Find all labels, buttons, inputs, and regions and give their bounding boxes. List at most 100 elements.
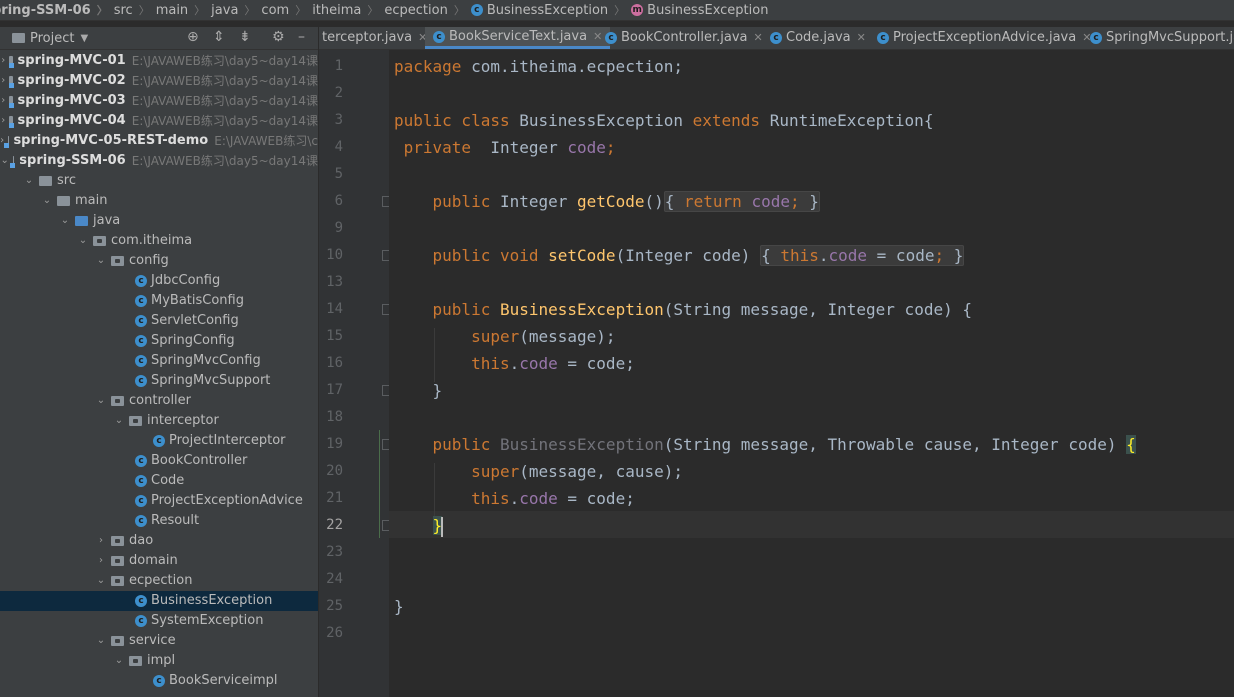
package-icon xyxy=(111,636,124,646)
hide-panel-icon[interactable]: – xyxy=(298,29,305,45)
breadcrumb-item-itheima[interactable]: itheima 〉 xyxy=(312,2,384,18)
breadcrumb-item-main[interactable]: main 〉 xyxy=(156,2,211,18)
chevron-down-icon[interactable]: ⌄ xyxy=(113,411,125,431)
tree-item-resoult[interactable]: c Resoult xyxy=(0,511,318,531)
code-line-19: public BusinessException(String message,… xyxy=(432,435,1136,454)
close-icon[interactable]: ✕ xyxy=(753,27,762,49)
tree-item-spring-mvc-04[interactable]: › spring-MVC-04 E:\JAVAWEB练习\day5~day14课 xyxy=(0,111,318,131)
chevron-down-icon[interactable]: ⌄ xyxy=(95,571,107,591)
close-icon[interactable]: ✕ xyxy=(593,27,602,48)
module-folder-icon xyxy=(8,96,14,108)
package-icon xyxy=(111,536,124,546)
project-panel-header: Project ▼ ⊕ ⇕ ⇟ ⚙ – xyxy=(0,27,318,50)
line-number: 20 xyxy=(326,463,343,479)
line-number: 1 xyxy=(334,58,343,74)
folder-icon xyxy=(39,176,52,186)
chevron-down-icon[interactable]: ⌄ xyxy=(95,631,107,651)
tree-item-main[interactable]: ⌄ main xyxy=(0,191,318,211)
tab-bookcontroller[interactable]: c BookController.java ✕ xyxy=(605,27,763,49)
class-icon: c xyxy=(135,335,147,347)
code-editor[interactable]: package com.itheima.ecpection; public cl… xyxy=(379,50,1234,697)
breadcrumb-item-module[interactable]: pring-SSM-06 〉 xyxy=(0,2,114,18)
class-icon: c xyxy=(135,455,147,467)
tree-item-config[interactable]: ⌄ config xyxy=(0,251,318,271)
tree-item-bookserviceimpl[interactable]: c BookServiceimpl xyxy=(0,671,318,691)
collapse-all-icon[interactable]: ⇟ xyxy=(239,29,251,45)
chevron-right-icon[interactable]: › xyxy=(1,111,5,131)
tree-item-interceptor[interactable]: ⌄ interceptor xyxy=(0,411,318,431)
chevron-right-icon[interactable]: › xyxy=(95,531,107,551)
tree-item-businessexception[interactable]: c BusinessException xyxy=(0,591,318,611)
breadcrumb-item-ecpection[interactable]: ecpection 〉 xyxy=(384,2,470,18)
module-folder-icon xyxy=(8,56,14,68)
tree-item-impl[interactable]: ⌄ impl xyxy=(0,651,318,671)
breadcrumb-item-com[interactable]: com 〉 xyxy=(261,2,312,18)
tree-item-spring-mvc-03[interactable]: › spring-MVC-03 E:\JAVAWEB练习\day5~day14课 xyxy=(0,91,318,111)
tree-item-ecpection[interactable]: ⌄ ecpection xyxy=(0,571,318,591)
chevron-down-icon[interactable]: ⌄ xyxy=(95,391,107,411)
tree-item-src[interactable]: ⌄ src xyxy=(0,171,318,191)
tree-item-controller[interactable]: ⌄ controller xyxy=(0,391,318,411)
chevron-right-icon[interactable]: › xyxy=(1,71,5,91)
tree-item-spring-mvc-01[interactable]: › spring-MVC-01 E:\JAVAWEB练习\day5~day14课 xyxy=(0,51,318,71)
tree-item-spring-mvc-02[interactable]: › spring-MVC-02 E:\JAVAWEB练习\day5~day14课 xyxy=(0,71,318,91)
chevron-right-icon[interactable]: › xyxy=(95,551,107,571)
breadcrumb-item-java[interactable]: java 〉 xyxy=(211,2,261,18)
gear-icon[interactable]: ⚙ xyxy=(272,29,285,45)
project-tree: › spring-MVC-01 E:\JAVAWEB练习\day5~day14课 ›… xyxy=(0,50,318,697)
project-view-selector[interactable]: Project ▼ xyxy=(8,31,88,46)
class-icon: c xyxy=(770,32,782,44)
tree-item-systemexception[interactable]: c SystemException xyxy=(0,611,318,631)
tree-item-spring-ssm-06[interactable]: ⌄ spring-SSM-06 E:\JAVAWEB练习\day5~day14课 xyxy=(0,151,318,171)
tree-item-domain[interactable]: › domain xyxy=(0,551,318,571)
tree-item-java[interactable]: ⌄ java xyxy=(0,211,318,231)
chevron-down-icon[interactable]: ⌄ xyxy=(113,651,125,671)
tree-item-springmvcsupport[interactable]: c SpringMvcSupport xyxy=(0,371,318,391)
tree-item-springconfig[interactable]: c SpringConfig xyxy=(0,331,318,351)
line-number: 14 xyxy=(326,301,343,317)
chevron-right-icon[interactable]: › xyxy=(0,131,4,151)
chevron-right-icon[interactable]: › xyxy=(1,91,5,111)
test-class-icon: c xyxy=(433,30,445,43)
package-icon xyxy=(93,236,106,246)
tree-item-dao[interactable]: › dao xyxy=(0,531,318,551)
chevron-down-icon[interactable]: ⌄ xyxy=(77,231,89,251)
tab-springmvcsupport[interactable]: cSpringMvcSupport.java xyxy=(1090,27,1234,49)
class-icon: c xyxy=(153,435,165,447)
change-marker xyxy=(379,430,380,538)
tree-item-mybatisconfig[interactable]: c MyBatisConfig xyxy=(0,291,318,311)
tree-item-servletconfig[interactable]: c ServletConfig xyxy=(0,311,318,331)
chevron-right-icon[interactable]: › xyxy=(1,51,5,71)
chevron-down-icon[interactable]: ⌄ xyxy=(59,211,71,231)
line-number-gutter[interactable]: 1 2 3 4 5 6 9 10 13 14 15 16 17 18 19 20… xyxy=(319,50,393,697)
breadcrumb-item-src[interactable]: src 〉 xyxy=(114,2,156,18)
chevron-down-icon[interactable]: ⌄ xyxy=(1,151,9,171)
class-icon: c xyxy=(470,4,483,16)
breadcrumb: pring-SSM-06 〉 src 〉 main 〉 java 〉 com 〉 ithe… xyxy=(0,0,1234,21)
tab-bookservicetext[interactable]: c BookServiceText.java ✕ xyxy=(425,27,611,49)
tree-item-projectinterceptor[interactable]: c ProjectInterceptor xyxy=(0,431,318,451)
tab-projectexceptionadvice[interactable]: c ProjectExceptionAdvice.java ✕ xyxy=(877,27,1091,49)
tab-code[interactable]: c Code.java ✕ xyxy=(770,27,866,49)
package-icon xyxy=(129,416,142,426)
tree-item-springmvcconfig[interactable]: c SpringMvcConfig xyxy=(0,351,318,371)
tree-item-service[interactable]: ⌄ service xyxy=(0,631,318,651)
code-line-15: super(message); xyxy=(471,327,616,346)
chevron-down-icon[interactable]: ⌄ xyxy=(95,251,107,271)
breadcrumb-item-method[interactable]: m BusinessException xyxy=(631,3,768,18)
breadcrumb-item-class[interactable]: c BusinessException 〉 xyxy=(470,2,631,18)
tree-item-com-itheima[interactable]: ⌄ com.itheima xyxy=(0,231,318,251)
package-icon xyxy=(111,576,124,586)
chevron-down-icon[interactable]: ⌄ xyxy=(23,171,35,191)
expand-all-icon[interactable]: ⇕ xyxy=(213,29,225,45)
line-number: 4 xyxy=(334,139,343,155)
close-icon[interactable]: ✕ xyxy=(857,27,866,49)
tree-item-bookcontroller[interactable]: c BookController xyxy=(0,451,318,471)
locate-file-icon[interactable]: ⊕ xyxy=(187,29,199,45)
tab-interceptor[interactable]: terceptor.java ✕ xyxy=(322,27,427,49)
tree-item-code[interactable]: c Code xyxy=(0,471,318,491)
tree-item-projectexceptionadvice[interactable]: c ProjectExceptionAdvice xyxy=(0,491,318,511)
chevron-down-icon[interactable]: ⌄ xyxy=(41,191,53,211)
tree-item-jdbcconfig[interactable]: c JdbcConfig xyxy=(0,271,318,291)
tree-item-spring-mvc-05-rest-demo[interactable]: › spring-MVC-05-REST-demo E:\JAVAWEB练习\c xyxy=(0,131,318,151)
